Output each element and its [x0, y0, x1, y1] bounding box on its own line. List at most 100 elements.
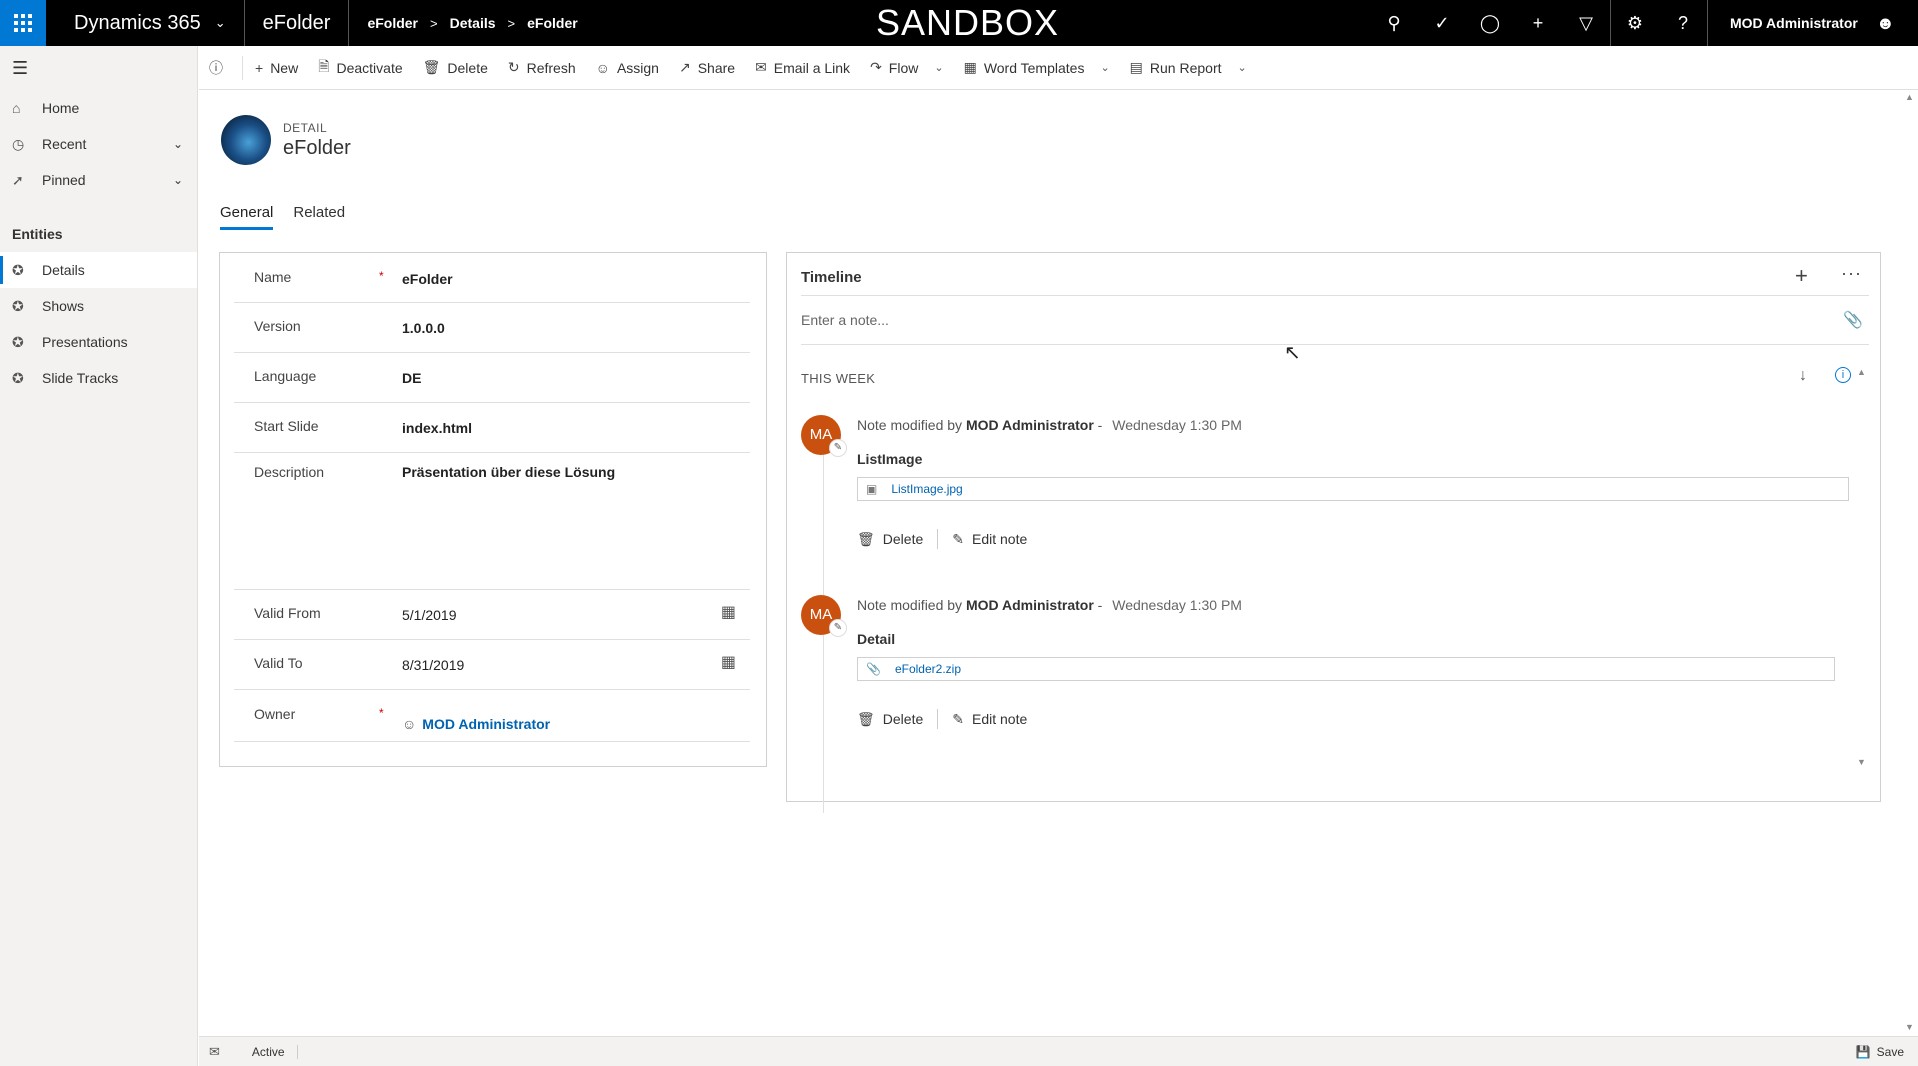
task-check-icon[interactable]: ✓	[1418, 0, 1466, 46]
plus-icon: +	[255, 59, 264, 76]
divider	[937, 529, 939, 549]
tab-general[interactable]: General	[220, 204, 274, 230]
timeline-scrollbar[interactable]: ▲ ▼	[1857, 367, 1867, 767]
page-scroll-down-icon[interactable]: ▼	[1905, 1022, 1914, 1032]
save-label: Save	[1876, 1044, 1904, 1059]
open-in-window-icon[interactable]: ✉	[209, 1044, 220, 1060]
breadcrumb-item-efolder[interactable]: eFolder	[367, 15, 418, 31]
word-templates-button[interactable]: ▦ Word Templates ⌄	[954, 46, 1120, 90]
divider	[242, 55, 243, 80]
attachment-link[interactable]: 📎 eFolder2.zip	[857, 657, 1835, 681]
valid-from-input[interactable]: 5/1/2019	[402, 607, 457, 639]
save-button[interactable]: 💾 Save	[1856, 1045, 1904, 1059]
nav-item-recent[interactable]: ◷ Recent ⌄	[0, 126, 197, 162]
nav-item-label: Slide Tracks	[42, 370, 119, 386]
delete-note-button[interactable]: 🗑 Delete	[857, 711, 923, 728]
entry-dash: -	[1097, 417, 1103, 433]
app-launcher-button[interactable]	[0, 0, 46, 46]
nav-item-details[interactable]: ✪ Details	[0, 252, 197, 288]
app-name[interactable]: eFolder	[245, 0, 350, 46]
field-language[interactable]: Language DE	[234, 353, 750, 403]
clock-icon: ◷	[12, 135, 25, 152]
hamburger-menu-icon[interactable]: ☰	[0, 46, 197, 90]
owner-lookup[interactable]: ☺ MOD Administrator	[402, 706, 550, 741]
breadcrumb-item-details[interactable]: Details	[450, 15, 496, 31]
delete-note-button[interactable]: 🗑 Delete	[857, 531, 923, 548]
field-start-slide[interactable]: Start Slide index.html	[234, 403, 750, 453]
description-textarea[interactable]: Präsentation über diese Lösung	[402, 464, 615, 589]
deactivate-button[interactable]: 🗎 Deactivate	[308, 46, 412, 90]
note-input[interactable]: Enter a note... 📎	[801, 295, 1869, 345]
language-input[interactable]: DE	[402, 370, 421, 402]
more-options-icon[interactable]: ···	[1841, 263, 1862, 284]
attachment-link[interactable]: ▣ ListImage.jpg	[857, 477, 1849, 501]
start-slide-input[interactable]: index.html	[402, 420, 472, 452]
nav-item-presentations[interactable]: ✪ Presentations	[0, 324, 197, 360]
run-report-button[interactable]: ▤ Run Report ⌄	[1120, 46, 1257, 90]
scroll-down-icon[interactable]: ▼	[1857, 757, 1866, 767]
record-image[interactable]	[221, 115, 271, 165]
chevron-down-icon[interactable]: ⌄	[173, 137, 183, 151]
user-menu[interactable]: MOD Administrator ☻	[1708, 13, 1907, 34]
nav-item-slide-tracks[interactable]: ✪ Slide Tracks	[0, 360, 197, 396]
field-description[interactable]: Description Präsentation über diese Lösu…	[234, 453, 750, 590]
page-scroll-up-icon[interactable]: ▲	[1905, 92, 1914, 102]
assign-button[interactable]: ☺ Assign	[586, 46, 669, 90]
lightbulb-icon[interactable]: ◯	[1466, 0, 1514, 46]
paperclip-icon[interactable]: 📎	[1843, 310, 1863, 330]
field-owner[interactable]: Owner * ☺ MOD Administrator	[234, 690, 750, 742]
flow-button[interactable]: ↷ Flow ⌄	[860, 46, 954, 90]
entry-dash: -	[1097, 597, 1103, 613]
sandbox-banner: SANDBOX	[876, 2, 1060, 43]
brand-label: Dynamics 365	[74, 11, 201, 34]
trash-icon: 🗑	[857, 710, 875, 727]
search-icon[interactable]: ⚲	[1370, 0, 1418, 46]
field-valid-to[interactable]: Valid To 8/31/2019 ▦	[234, 640, 750, 690]
new-button[interactable]: + New	[245, 46, 308, 90]
report-icon: ▤	[1129, 59, 1143, 75]
entry-header: Note modified by MOD Administrator - Wed…	[857, 417, 1242, 433]
word-icon: ▦	[963, 59, 977, 75]
breadcrumb-item-record[interactable]: eFolder	[527, 15, 578, 31]
info-icon[interactable]: i	[1835, 367, 1851, 383]
nav-item-shows[interactable]: ✪ Shows	[0, 288, 197, 324]
tab-related[interactable]: Related	[293, 204, 345, 230]
trash-icon: 🗑	[857, 530, 875, 547]
edit-note-button[interactable]: ✎ Edit note	[952, 711, 1027, 728]
field-valid-from[interactable]: Valid From 5/1/2019 ▦	[234, 590, 750, 640]
chevron-down-icon: ⌄	[1100, 62, 1110, 74]
gear-icon[interactable]: ⚙	[1611, 0, 1659, 46]
entry-actions: 🗑 Delete ✎ Edit note	[857, 529, 1027, 549]
name-input[interactable]: eFolder	[402, 271, 453, 302]
nav-item-home[interactable]: ⌂ Home	[0, 90, 197, 126]
entry-author[interactable]: MOD Administrator	[966, 597, 1094, 613]
record-info-button[interactable]: ⓘ	[199, 46, 240, 90]
chevron-down-icon[interactable]: ⌄	[173, 173, 183, 187]
dynamics-brand-menu[interactable]: Dynamics 365 ⌄	[46, 0, 245, 46]
attachment-name[interactable]: eFolder2.zip	[895, 662, 961, 676]
entry-author[interactable]: MOD Administrator	[966, 417, 1094, 433]
owner-link[interactable]: MOD Administrator	[422, 716, 550, 732]
help-icon[interactable]: ?	[1659, 0, 1707, 46]
calendar-icon[interactable]: ▦	[721, 652, 736, 672]
plus-icon[interactable]: +	[1514, 0, 1562, 46]
calendar-icon[interactable]: ▦	[721, 602, 736, 622]
valid-to-input[interactable]: 8/31/2019	[402, 657, 464, 689]
email-link-button[interactable]: ✉ Email a Link	[745, 46, 860, 90]
scroll-up-icon[interactable]: ▲	[1857, 367, 1866, 377]
plus-icon[interactable]: +	[1795, 263, 1808, 289]
attachment-name[interactable]: ListImage.jpg	[891, 482, 962, 496]
nav-item-pinned[interactable]: ➚ Pinned ⌄	[0, 162, 197, 198]
sort-down-arrow-icon[interactable]: ↓	[1799, 367, 1807, 385]
version-input[interactable]: 1.0.0.0	[402, 320, 445, 352]
field-label: Language	[254, 368, 317, 384]
share-button[interactable]: ↗ Share	[669, 46, 745, 90]
delete-button[interactable]: 🗑 Delete	[413, 46, 498, 90]
entry-prefix: Note modified by	[857, 417, 963, 433]
field-version[interactable]: Version 1.0.0.0	[234, 303, 750, 353]
edit-note-button[interactable]: ✎ Edit note	[952, 531, 1027, 548]
filter-icon[interactable]: ▽	[1562, 0, 1610, 46]
waffle-icon	[14, 14, 32, 32]
field-name[interactable]: Name * eFolder	[234, 253, 750, 303]
refresh-button[interactable]: ↻ Refresh	[498, 46, 586, 90]
